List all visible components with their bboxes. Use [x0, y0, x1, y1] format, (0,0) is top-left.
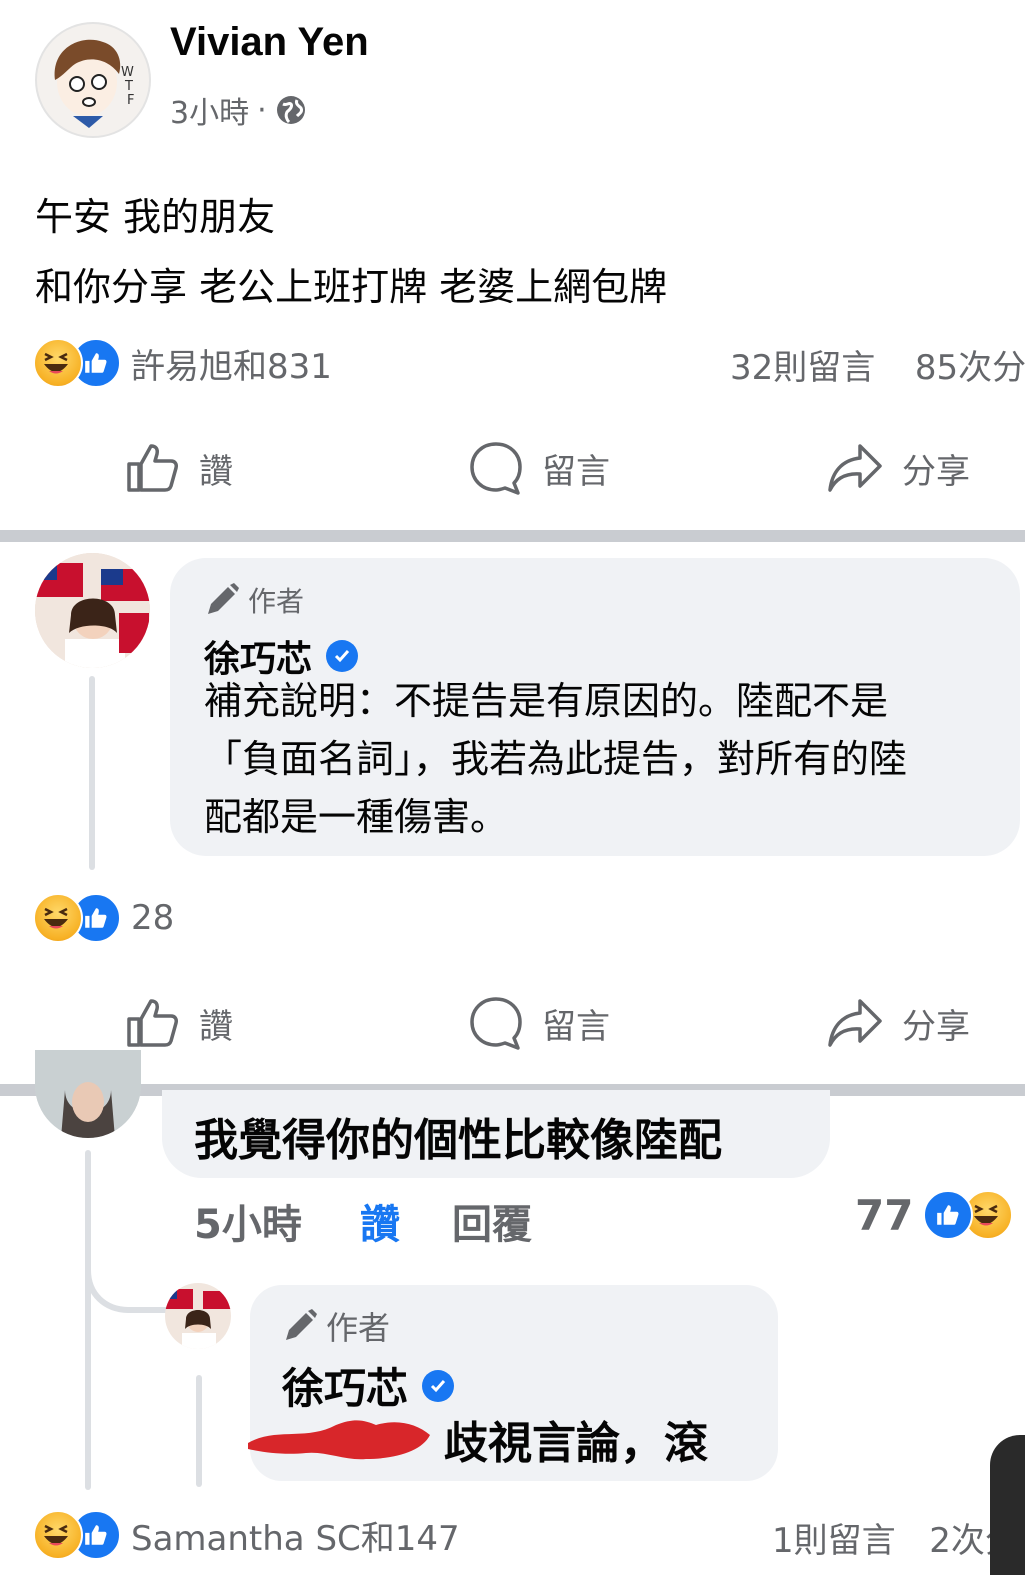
thread-line — [85, 1150, 91, 1490]
post-meta: 3小時 · — [170, 88, 307, 132]
post-reaction-text: 許易旭和831 — [131, 346, 332, 387]
share-arrow-icon — [828, 444, 882, 492]
comment-button[interactable]: 留言 — [468, 995, 610, 1051]
thread-line — [89, 676, 95, 870]
share-button[interactable]: 分享 — [826, 995, 970, 1051]
commenter-avatar[interactable] — [35, 553, 150, 668]
reply-author-avatar[interactable] — [165, 1283, 231, 1349]
share-label: 分享 — [902, 451, 970, 492]
globe-icon — [276, 96, 305, 124]
author-tag: 作者 — [282, 1303, 390, 1349]
comment-button[interactable]: 留言 — [468, 440, 610, 496]
share-label: 分享 — [902, 1006, 970, 1047]
share-arrow-icon — [828, 999, 882, 1047]
svg-text:T: T — [124, 79, 133, 94]
author-tag-label: 作者 — [326, 1309, 391, 1347]
comment-reaction-summary[interactable]: 77 — [855, 1190, 1014, 1240]
post-text-line-1: 午安 我的朋友 — [35, 195, 276, 239]
pencil-icon — [208, 583, 239, 614]
comment-reaction-count: 77 — [855, 1190, 914, 1240]
wtf-cartoon-avatar-icon: W T F — [54, 39, 134, 128]
haha-reaction-icon — [33, 893, 83, 943]
comment-bubble: 我覺得你的個性比較像陸配 — [162, 1090, 830, 1178]
comment-label: 留言 — [542, 451, 610, 492]
author-tag: 作者 — [204, 580, 304, 620]
comment-text: 補充說明：不提告是有原因的。陸配不是 「負面名詞」，我若為此提告，對所有的陸 配… — [204, 672, 907, 846]
haha-reaction-icon — [33, 338, 83, 388]
flags-photo-avatar-icon — [165, 1283, 231, 1349]
verified-badge-icon — [422, 1369, 455, 1402]
woman-photo-avatar-icon — [35, 1050, 141, 1138]
footer-reaction-text: Samantha SC和147 — [131, 1518, 460, 1559]
comment-bubble-icon — [470, 442, 522, 495]
comment-text-line-2: 「負面名詞」，我若為此提告，對所有的陸 — [204, 737, 908, 781]
footer-shares-count[interactable]: 2次分享 — [929, 1521, 990, 1561]
flags-photo-avatar-icon — [35, 553, 150, 668]
redaction-scribble — [248, 1420, 430, 1460]
footer-reaction-summary[interactable]: Samantha SC和147 — [33, 1510, 460, 1560]
comment-reply-link[interactable]: 回覆 — [452, 1192, 532, 1250]
author-tag-label: 作者 — [248, 585, 305, 618]
haha-reaction-icon — [33, 1510, 83, 1560]
like-button[interactable]: 讚 — [125, 995, 233, 1051]
like-label: 讚 — [199, 451, 233, 492]
thumbs-up-icon — [127, 444, 178, 492]
post-shares-count[interactable]: 85次分享 — [915, 348, 1025, 388]
like-button[interactable]: 讚 — [125, 440, 233, 496]
comment-bubble-icon — [470, 997, 522, 1050]
post-stats: 32則留言 85次分享 — [730, 340, 1025, 389]
footer-stats: 1則留言 2次分享 — [772, 1513, 990, 1562]
footer-comments-count[interactable]: 1則留言 — [772, 1521, 896, 1561]
commenter-avatar[interactable] — [35, 1050, 141, 1138]
comment-text: 我覺得你的個性比較像陸配 — [194, 1115, 722, 1166]
reply-text: 歧視言論，滾 — [444, 1418, 708, 1469]
svg-text:W: W — [121, 65, 134, 80]
thumbs-up-icon — [127, 999, 178, 1047]
post-author-name[interactable]: Vivian Yen — [170, 20, 369, 65]
comment-text-line-3: 配都是一種傷害。 — [204, 795, 509, 839]
comment-like-link[interactable]: 讚 — [360, 1192, 400, 1250]
comment-bubble: 作者 徐巧芯 補充說明：不提告是有原因的。陸配不是 「負面名詞」，我若為此提告，… — [170, 558, 1020, 856]
post-reaction-summary[interactable]: 許易旭和831 — [33, 338, 332, 388]
post-time[interactable]: 3小時 — [170, 88, 249, 132]
reply-bubble: 作者 徐巧芯 歧視言論，滾 — [248, 1285, 778, 1481]
thread-line — [196, 1375, 202, 1487]
floating-overlay — [990, 1435, 1025, 1575]
comment-label: 留言 — [542, 1006, 610, 1047]
comment-text-line-1: 補充說明：不提告是有原因的。陸配不是 — [204, 679, 889, 723]
meta-separator: · — [257, 92, 267, 128]
post-text-line-2: 和你分享 老公上班打牌 老婆上網包牌 — [35, 265, 668, 309]
svg-text:F: F — [127, 93, 134, 108]
section-divider — [0, 530, 1025, 542]
pencil-icon — [286, 1309, 317, 1340]
comment-time[interactable]: 5小時 — [194, 1192, 302, 1250]
like-label: 讚 — [199, 1006, 233, 1047]
verified-badge-icon — [326, 640, 359, 672]
author-avatar[interactable]: W T F — [35, 22, 151, 138]
post-comments-count[interactable]: 32則留言 — [730, 348, 875, 388]
comment-reaction-summary[interactable]: 28 — [33, 893, 174, 943]
share-button[interactable]: 分享 — [826, 440, 970, 496]
comment-reaction-count: 28 — [131, 898, 175, 938]
reply-connector — [85, 1250, 173, 1313]
